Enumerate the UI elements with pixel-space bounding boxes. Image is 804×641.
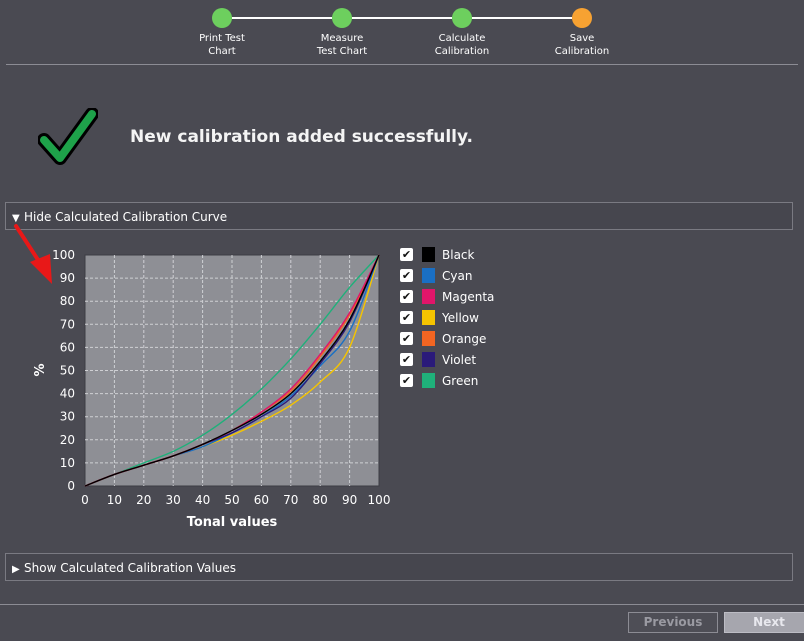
y-tick-label: 60	[60, 340, 75, 354]
legend-label: Magenta	[442, 290, 495, 304]
legend-label: Cyan	[442, 269, 473, 283]
legend-checkbox-black[interactable]: ✔	[400, 248, 413, 261]
step-label-print-test-chart: Print Test Chart	[199, 33, 245, 57]
y-tick-label: 80	[60, 294, 75, 308]
legend-swatch	[422, 247, 435, 262]
legend-item-black: ✔ Black	[400, 246, 520, 264]
success-message: New calibration added successfully.	[130, 127, 473, 147]
x-tick-label: 50	[224, 493, 239, 507]
legend-swatch	[422, 310, 435, 325]
legend-swatch	[422, 268, 435, 283]
legend-item-violet: ✔ Violet	[400, 351, 520, 369]
y-tick-label: 90	[60, 271, 75, 285]
header-divider	[6, 64, 798, 65]
x-tick-label: 40	[195, 493, 210, 507]
y-axis-label: %	[33, 363, 48, 376]
step-connector	[472, 17, 572, 19]
legend-checkbox-magenta[interactable]: ✔	[400, 290, 413, 303]
legend-checkbox-yellow[interactable]: ✔	[400, 311, 413, 324]
checkmark-icon	[38, 108, 98, 165]
legend-swatch	[422, 331, 435, 346]
legend-swatch	[422, 289, 435, 304]
legend-checkbox-cyan[interactable]: ✔	[400, 269, 413, 282]
toggle-calibration-curve[interactable]: ▼ Hide Calculated Calibration Curve	[5, 202, 793, 230]
y-tick-label: 10	[60, 456, 75, 470]
step-dot-calculate-calibration	[452, 8, 472, 28]
progress-stepper: Print Test Chart Measure Test Chart Calc…	[0, 0, 804, 64]
x-tick-label: 70	[283, 493, 298, 507]
red-arrow-icon	[14, 224, 52, 284]
legend-checkbox-orange[interactable]: ✔	[400, 332, 413, 345]
previous-button[interactable]: Previous	[628, 612, 718, 633]
x-tick-label: 10	[107, 493, 122, 507]
x-tick-label: 100	[368, 493, 390, 507]
step-dot-measure-test-chart	[332, 8, 352, 28]
legend-item-orange: ✔ Orange	[400, 330, 520, 348]
x-axis-label: Tonal values	[187, 515, 278, 530]
y-tick-label: 0	[67, 479, 75, 493]
step-label-measure-test-chart: Measure Test Chart	[316, 33, 368, 57]
y-tick-label: 70	[60, 317, 75, 331]
legend-label: Green	[442, 374, 479, 388]
toggle-calibration-values[interactable]: ▶ Show Calculated Calibration Values	[5, 553, 793, 581]
y-tick-label: 30	[60, 410, 75, 424]
step-dot-print-test-chart	[212, 8, 232, 28]
step-dot-save-calibration	[572, 8, 592, 28]
x-tick-label: 60	[254, 493, 269, 507]
legend-swatch	[422, 373, 435, 388]
next-button[interactable]: Next	[724, 612, 804, 633]
section-label: Show Calculated Calibration Values	[24, 561, 236, 575]
y-tick-label: 50	[60, 364, 75, 378]
legend-label: Black	[442, 248, 475, 262]
legend-checkbox-green[interactable]: ✔	[400, 374, 413, 387]
x-tick-label: 20	[136, 493, 151, 507]
legend-item-cyan: ✔ Cyan	[400, 267, 520, 285]
legend-checkbox-violet[interactable]: ✔	[400, 353, 413, 366]
y-tick-label: 40	[60, 387, 75, 401]
legend-item-magenta: ✔ Magenta	[400, 288, 520, 306]
triangle-right-icon: ▶	[12, 564, 20, 575]
x-tick-label: 30	[166, 493, 181, 507]
calibration-curve-chart: 0 10 20 30 40 50 60 70 80 90 100 0 10 20 30 40 50 60 70 80…	[30, 246, 390, 536]
legend-label: Yellow	[442, 311, 479, 325]
x-tick-label: 90	[342, 493, 357, 507]
footer-buttons: Previous Next	[0, 605, 804, 641]
x-tick-label: 0	[81, 493, 89, 507]
legend-item-green: ✔ Green	[400, 372, 520, 390]
legend-label: Violet	[442, 353, 477, 367]
legend-label: Orange	[442, 332, 487, 346]
step-connector	[352, 17, 452, 19]
x-tick-label: 80	[313, 493, 328, 507]
legend-swatch	[422, 352, 435, 367]
step-connector	[232, 17, 332, 19]
legend-item-yellow: ✔ Yellow	[400, 309, 520, 327]
calibration-curve-svg: 0 10 20 30 40 50 60 70 80 90 100 0 10 20 30 40 50 60 70 80…	[33, 248, 390, 530]
step-label-calculate-calibration: Calculate Calibration	[434, 33, 490, 57]
y-tick-label: 20	[60, 433, 75, 447]
step-label-save-calibration: Save Calibration	[554, 33, 610, 57]
